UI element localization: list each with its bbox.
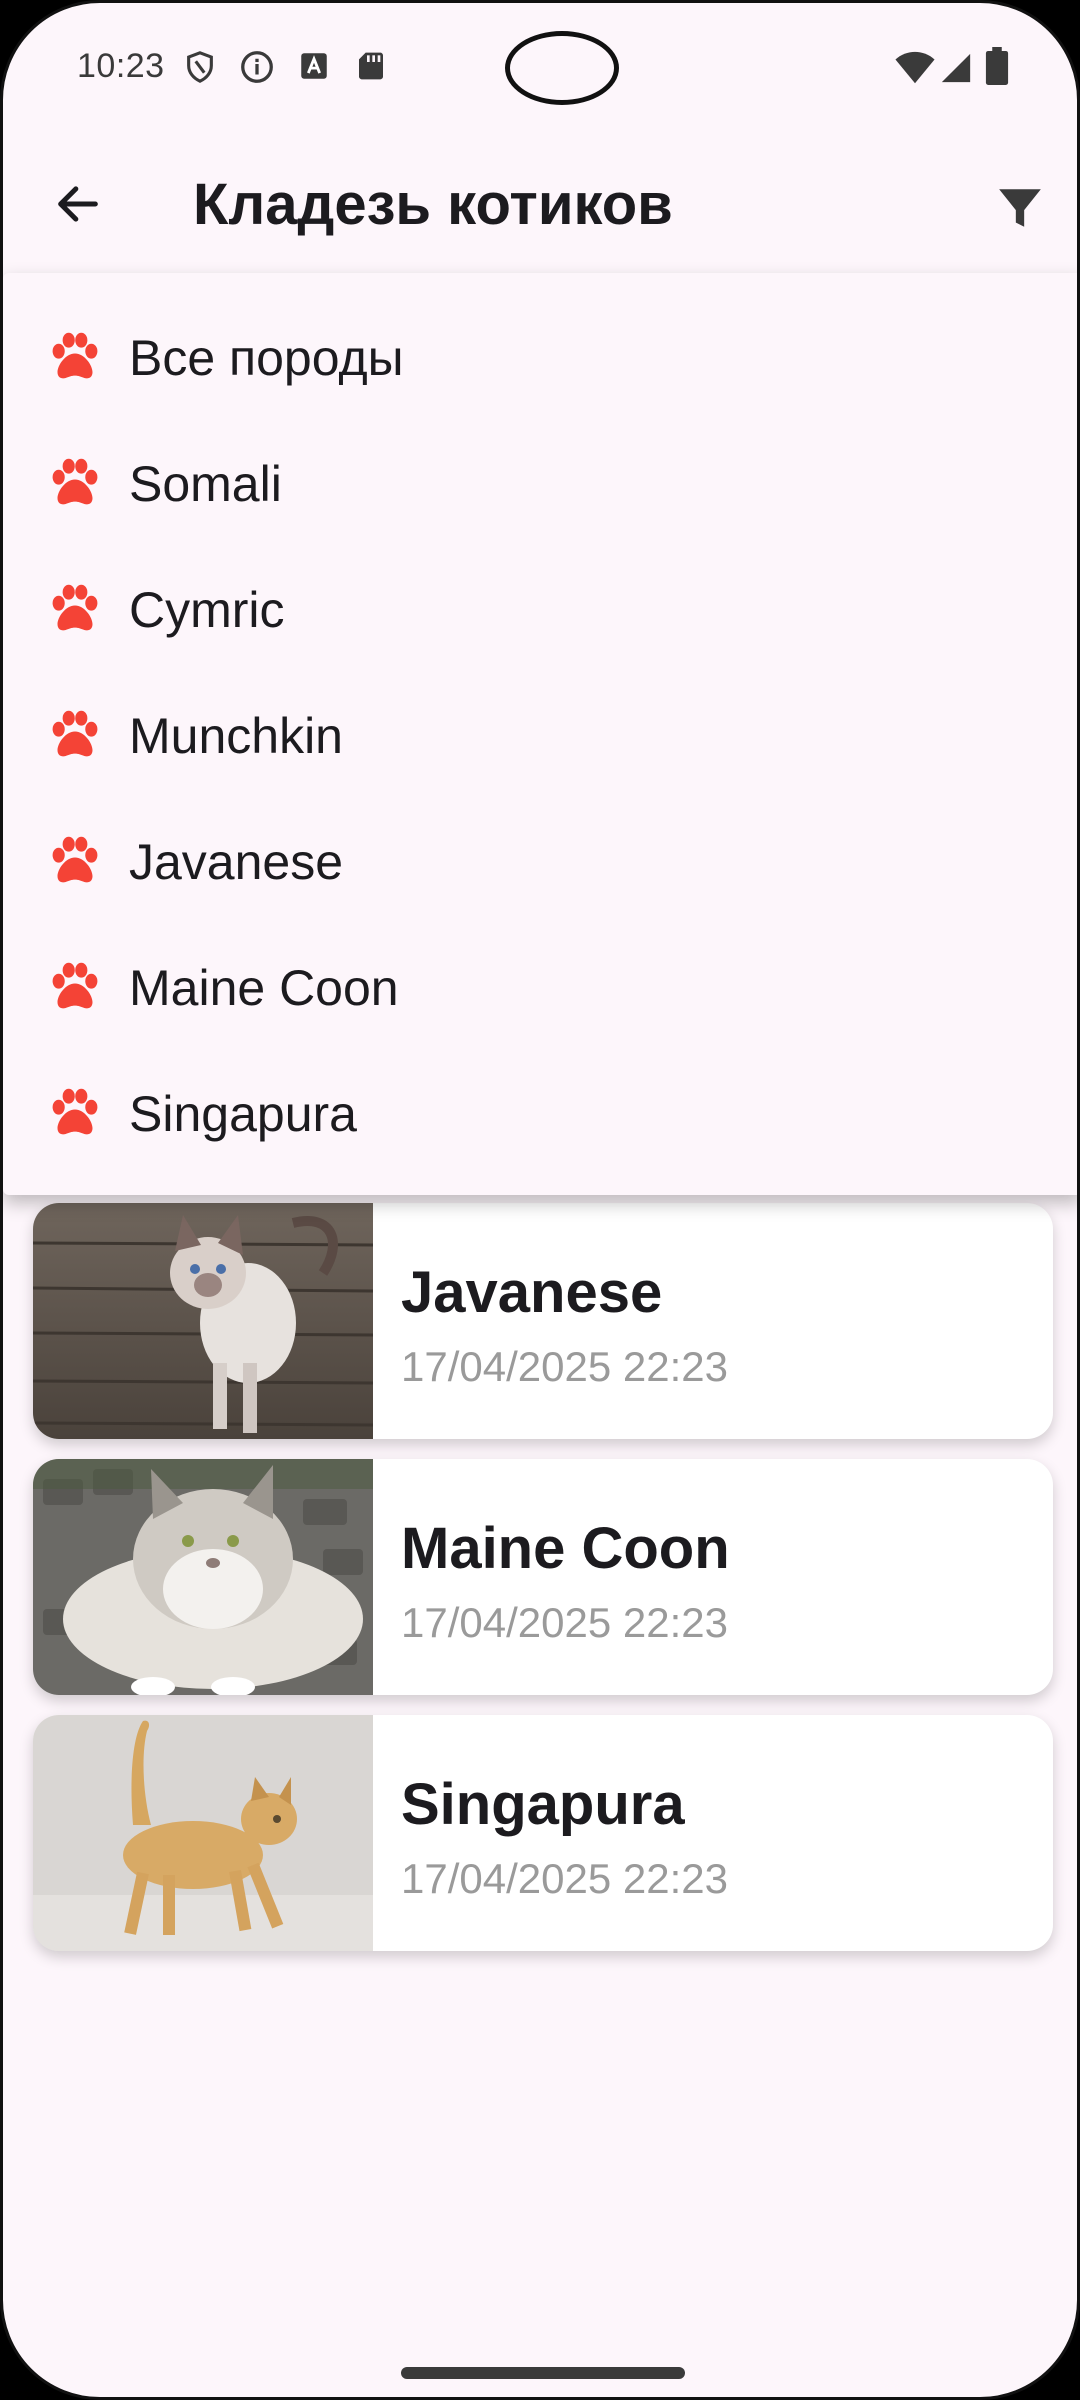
filter-icon [999, 189, 1041, 227]
menu-item-label: Singapura [129, 1086, 357, 1142]
menu-item-label: Somali [129, 456, 282, 512]
front-camera [505, 31, 619, 105]
menu-item-label: Munchkin [129, 708, 343, 764]
top-app-bar: Кладезь котиков [3, 133, 1077, 273]
page-title: Кладезь котиков [193, 172, 673, 237]
menu-item-maine-coon[interactable]: Maine Coon [3, 903, 1077, 1029]
paw-icon [52, 458, 98, 505]
card-breed-name: Singapura [401, 1772, 685, 1837]
back-button[interactable] [43, 169, 113, 239]
arrow-back-icon [58, 186, 98, 222]
filter-button[interactable] [985, 173, 1055, 243]
cat-list: Javanese 17/04/2025 22:23 Maine Coon 17/… [33, 1203, 1053, 1971]
menu-item-javanese[interactable]: Javanese [3, 777, 1077, 903]
sd-card-icon [359, 52, 383, 80]
info-icon [241, 51, 273, 83]
card-date: 17/04/2025 22:23 [401, 1343, 728, 1390]
cat-card[interactable]: Maine Coon 17/04/2025 22:23 [33, 1459, 1053, 1695]
vpn-shield-icon [187, 51, 213, 83]
paw-icon [52, 836, 98, 883]
breed-filter-dropdown: Все породы Somali Cymric Munchkin Javane… [3, 273, 1077, 1195]
status-time: 10:23 [77, 47, 165, 85]
menu-item-singapura[interactable]: Singapura [3, 1029, 1077, 1155]
menu-item-cymric[interactable]: Cymric [3, 525, 1077, 651]
card-date: 17/04/2025 22:23 [401, 1599, 728, 1646]
status-bar: 10:23 [3, 3, 1077, 133]
menu-item-somali[interactable]: Somali [3, 399, 1077, 525]
wifi-icon [895, 51, 935, 84]
card-breed-name: Javanese [401, 1260, 663, 1325]
home-indicator[interactable] [401, 2367, 685, 2379]
cell-signal-icon [941, 53, 971, 83]
paw-icon [52, 584, 98, 631]
cat-photo-maine-coon [33, 1459, 373, 1695]
phone-screen: 10:23 Кладезь котиков Javanese 17/04/202… [0, 0, 1080, 2400]
menu-item-label: Cymric [129, 582, 285, 638]
cat-photo-javanese [33, 1203, 373, 1439]
cat-card[interactable]: Singapura 17/04/2025 22:23 [33, 1715, 1053, 1951]
battery-icon [985, 47, 1009, 85]
card-date: 17/04/2025 22:23 [401, 1855, 728, 1902]
cat-photo-singapura [33, 1715, 373, 1951]
paw-icon [52, 710, 98, 757]
cat-card[interactable]: Javanese 17/04/2025 22:23 [33, 1203, 1053, 1439]
menu-item-label: Все породы [129, 330, 404, 386]
menu-item-all-breeds[interactable]: Все породы [3, 273, 1077, 399]
card-breed-name: Maine Coon [401, 1516, 730, 1581]
font-icon [301, 53, 327, 79]
paw-icon [52, 962, 98, 1009]
paw-icon [52, 1088, 98, 1135]
paw-icon [52, 332, 98, 379]
menu-item-label: Maine Coon [129, 960, 399, 1016]
menu-item-label: Javanese [129, 834, 344, 890]
menu-item-munchkin[interactable]: Munchkin [3, 651, 1077, 777]
